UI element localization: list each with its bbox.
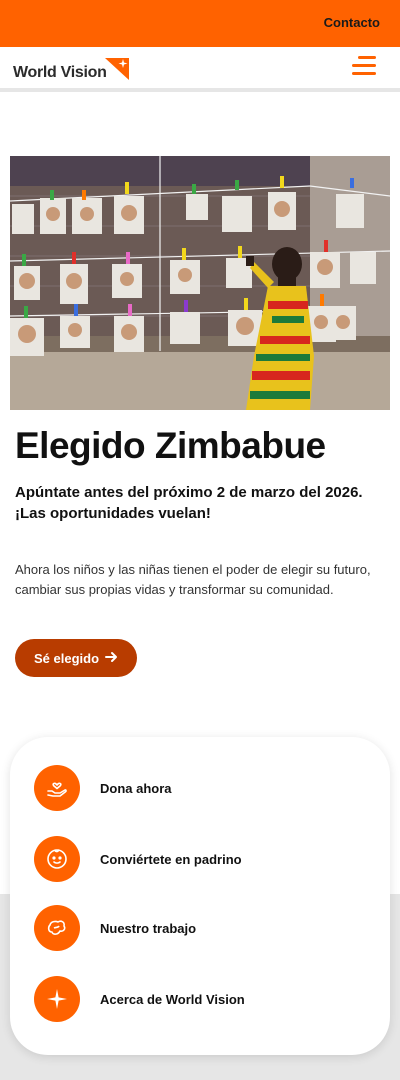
quick-link-about[interactable]: Acerca de World Vision [34,976,364,1022]
hero-subtitle: Apúntate antes del próximo 2 de marzo de… [15,482,390,524]
quick-links-card: Dona ahora Conviértete en padrino Nuestr… [10,737,390,1055]
main-header: World Vision [0,47,400,92]
top-bar: Contacto [0,0,400,47]
quick-link-label: Acerca de World Vision [100,991,245,1007]
hero-subtitle-line-1: Apúntate antes del próximo 2 de marzo de… [15,484,363,501]
hero-title: Elegido Zimbabue [15,425,326,466]
child-face-icon [34,836,80,882]
hero-photo [10,156,390,410]
quick-link-label: Nuestro trabajo [100,920,197,936]
hero-description: Ahora los niños y las niñas tienen el po… [15,562,371,597]
quick-link-our-work[interactable]: Nuestro trabajo [34,905,364,951]
world-vision-logo[interactable]: World Vision [13,56,133,82]
star-sparkle-icon [34,976,80,1022]
logo-text: World Vision [13,64,107,81]
quick-link-sponsor[interactable]: Conviértete en padrino [34,836,364,882]
logo-star-icon [105,58,129,80]
hamburger-menu-icon[interactable] [352,56,376,76]
cta-label: Sé elegido [33,650,100,666]
quick-link-donate[interactable]: Dona ahora [34,765,364,811]
hero-subtitle-line-2: ¡Las oportunidades vuelan! [15,505,211,522]
be-chosen-button[interactable]: Sé elegido [15,639,137,677]
contact-link[interactable]: Contacto [324,15,380,30]
quick-link-label: Conviértete en padrino [100,851,242,867]
arrow-right-icon [105,651,118,665]
map-icon [34,905,80,951]
quick-link-label: Dona ahora [100,780,172,796]
hand-heart-icon [34,765,80,811]
